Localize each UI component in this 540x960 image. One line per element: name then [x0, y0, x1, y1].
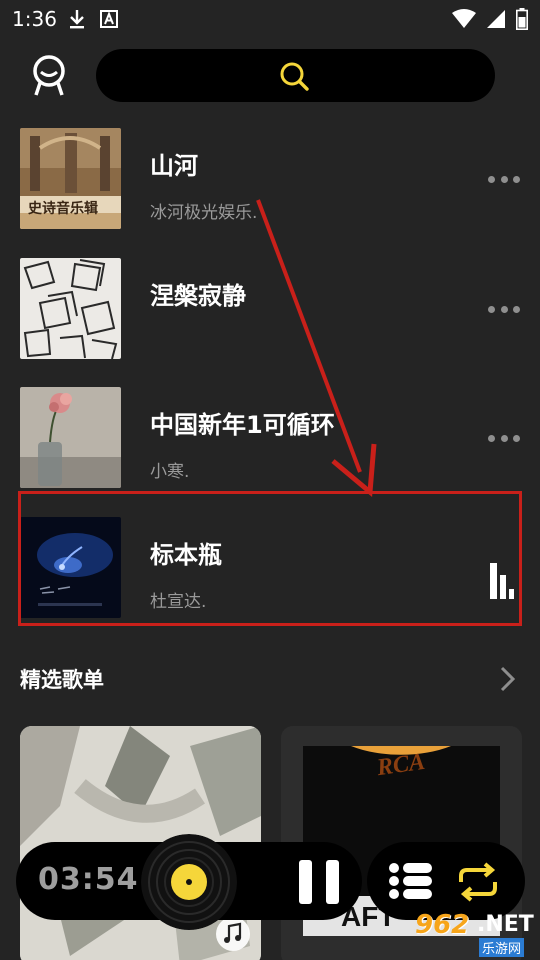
- status-time: 1:36: [12, 7, 57, 31]
- song-cover: [20, 517, 121, 618]
- song-title: 中国新年1可循环: [150, 411, 335, 439]
- song-artist: 冰河极光娱乐.: [150, 203, 258, 223]
- music-note-icon: [216, 917, 250, 951]
- watermark-site: 乐游网: [479, 938, 525, 957]
- search-icon[interactable]: [279, 61, 309, 91]
- cover-art-image: [20, 387, 121, 488]
- song-item[interactable]: 史诗音乐辑 山河 冰河极光娱乐.: [0, 122, 540, 251]
- song-cover: 史诗音乐辑: [20, 128, 121, 229]
- song-artist: 杜宣达.: [150, 592, 207, 612]
- song-item[interactable]: 中国新年1可循环 小寒.: [0, 381, 540, 510]
- equalizer-icon: [490, 563, 514, 599]
- wifi-icon: [452, 9, 476, 28]
- cover-art-image: [20, 258, 121, 359]
- face-avatar-icon: [33, 55, 65, 96]
- search-bar[interactable]: [96, 49, 495, 102]
- more-options-button[interactable]: [488, 432, 520, 444]
- more-options-button[interactable]: [488, 303, 520, 315]
- player-bar[interactable]: 03:54: [16, 834, 362, 930]
- site-watermark: 962 .NET 乐游网: [403, 908, 535, 958]
- song-cover: [20, 258, 121, 359]
- font-a-icon: [100, 10, 118, 28]
- song-title: 标本瓶: [150, 541, 222, 569]
- player-time: 03:54: [38, 862, 139, 897]
- chevron-right-icon[interactable]: [498, 664, 518, 694]
- song-cover: [20, 387, 121, 488]
- watermark-number: 962: [415, 910, 470, 940]
- avatar-button[interactable]: [26, 52, 72, 98]
- watermark-net: .NET: [477, 912, 534, 937]
- playlist-queue-icon[interactable]: [389, 862, 433, 900]
- vinyl-record-icon[interactable]: [141, 834, 237, 930]
- song-title: 山河: [150, 152, 198, 180]
- battery-icon: [516, 8, 528, 30]
- section-title: 精选歌单: [20, 668, 104, 692]
- pause-button[interactable]: [299, 860, 339, 904]
- song-artist: 小寒.: [150, 462, 190, 482]
- song-title: 涅槃寂静: [150, 282, 246, 310]
- cover-text: 史诗音乐辑: [28, 201, 98, 217]
- status-bar: 1:36: [0, 0, 540, 38]
- download-icon: [70, 10, 84, 29]
- song-item[interactable]: 涅槃寂静: [0, 252, 540, 381]
- signal-icon: [487, 10, 505, 28]
- song-item-playing[interactable]: 标本瓶 杜宣达.: [0, 511, 540, 640]
- more-options-button[interactable]: [488, 173, 520, 185]
- repeat-icon[interactable]: [455, 862, 501, 902]
- cover-art-image: [20, 517, 121, 618]
